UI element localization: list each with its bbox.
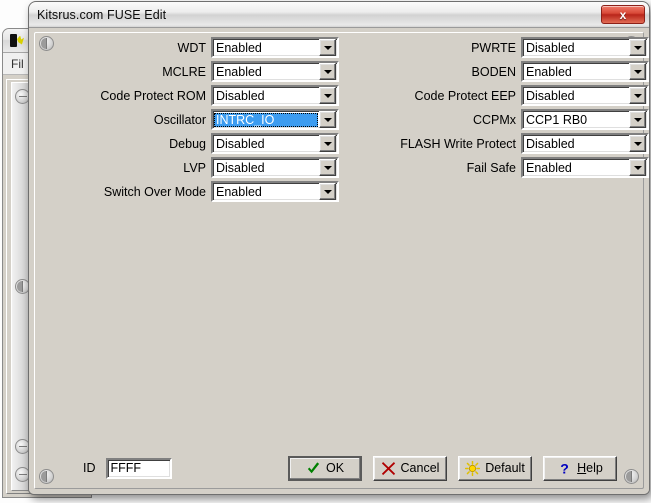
field-label-lvp: LVP	[41, 161, 211, 175]
id-input[interactable]	[106, 458, 172, 479]
check-icon	[306, 461, 321, 476]
fuse-edit-dialog: Kitsrus.com FUSE Edit x WDT Enabled	[28, 1, 650, 495]
field-label-boden: BODEN	[357, 65, 521, 79]
combo-value-pwrte: Disabled	[523, 41, 629, 55]
screen: Fil Kitsrus.com FUSE Edit x	[0, 0, 651, 503]
id-label: ID	[83, 461, 96, 475]
field-label-switch-over-mode: Switch Over Mode	[41, 185, 211, 199]
chevron-down-icon[interactable]	[629, 39, 646, 56]
field-row-wdt: WDT Enabled	[29, 36, 339, 59]
field-row-code-protect-eep: Code Protect EEP Disabled	[339, 84, 649, 107]
field-row-pwrte: PWRTE Disabled	[339, 36, 649, 59]
help-button-rest: elp	[586, 461, 603, 475]
combo-flash-write-protect[interactable]: Disabled	[521, 133, 649, 154]
field-row-boden: BODEN Enabled	[339, 60, 649, 83]
combo-value-code-protect-rom: Disabled	[213, 89, 319, 103]
window-title: Kitsrus.com FUSE Edit	[29, 8, 166, 22]
dialog-bottom-bar: ID OK Cancel	[39, 454, 639, 482]
chevron-down-icon[interactable]	[629, 159, 646, 176]
combo-ccpmx[interactable]: CCP1 RB0	[521, 109, 649, 130]
dialog-titlebar[interactable]: Kitsrus.com FUSE Edit x	[29, 2, 649, 28]
field-label-flash-write-protect: FLASH Write Protect	[357, 137, 521, 151]
help-button-label: Help	[577, 461, 603, 475]
chevron-down-icon[interactable]	[629, 135, 646, 152]
cancel-button-label: Cancel	[401, 461, 440, 475]
field-row-flash-write-protect: FLASH Write Protect Disabled	[339, 132, 649, 155]
chevron-down-icon[interactable]	[319, 159, 336, 176]
field-row-mclre: MCLRE Enabled	[29, 60, 339, 83]
field-label-mclre: MCLRE	[41, 65, 211, 79]
combo-fail-safe[interactable]: Enabled	[521, 157, 649, 178]
field-label-fail-safe: Fail Safe	[357, 161, 521, 175]
combo-value-mclre: Enabled	[213, 65, 319, 79]
chip-icon	[9, 33, 25, 49]
chevron-down-icon[interactable]	[319, 87, 336, 104]
field-row-ccpmx: CCPMx CCP1 RB0	[339, 108, 649, 131]
combo-value-fail-safe: Enabled	[523, 161, 629, 175]
default-button[interactable]: Default	[458, 456, 532, 481]
combo-oscillator[interactable]: INTRC_IO	[211, 109, 339, 130]
combo-value-boden: Enabled	[523, 65, 629, 79]
combo-switch-over-mode[interactable]: Enabled	[211, 181, 339, 202]
chevron-down-icon[interactable]	[629, 111, 646, 128]
close-icon: x	[620, 8, 627, 22]
combo-value-lvp: Disabled	[213, 161, 319, 175]
combo-lvp[interactable]: Disabled	[211, 157, 339, 178]
close-button[interactable]: x	[601, 5, 645, 24]
field-label-ccpmx: CCPMx	[357, 113, 521, 127]
combo-debug[interactable]: Disabled	[211, 133, 339, 154]
cancel-button[interactable]: Cancel	[373, 456, 447, 481]
ok-button-label: OK	[326, 461, 344, 475]
chevron-down-icon[interactable]	[319, 63, 336, 80]
question-icon: ?	[557, 461, 572, 476]
field-label-code-protect-eep: Code Protect EEP	[357, 89, 521, 103]
combo-code-protect-eep[interactable]: Disabled	[521, 85, 649, 106]
field-label-oscillator: Oscillator	[41, 113, 211, 127]
chevron-down-icon[interactable]	[629, 87, 646, 104]
chevron-down-icon[interactable]	[629, 63, 646, 80]
menu-item-file[interactable]: Fil	[11, 57, 24, 71]
ok-button[interactable]: OK	[288, 456, 362, 481]
chevron-down-icon[interactable]	[319, 183, 336, 200]
cross-icon	[381, 461, 396, 476]
combo-value-wdt: Enabled	[213, 41, 319, 55]
combo-mclre[interactable]: Enabled	[211, 61, 339, 82]
field-label-code-protect-rom: Code Protect ROM	[41, 89, 211, 103]
combo-value-switch-over-mode: Enabled	[213, 185, 319, 199]
field-label-wdt: WDT	[41, 41, 211, 55]
chevron-down-icon[interactable]	[319, 111, 336, 128]
fuse-fields: WDT Enabled MCLRE Enabled	[29, 36, 649, 204]
combo-value-ccpmx: CCP1 RB0	[523, 113, 629, 127]
dialog-button-group: OK Cancel	[288, 456, 617, 481]
field-row-code-protect-rom: Code Protect ROM Disabled	[29, 84, 339, 107]
combo-value-oscillator: INTRC_IO	[214, 113, 318, 127]
field-row-fail-safe: Fail Safe Enabled	[339, 156, 649, 179]
svg-text:?: ?	[560, 461, 569, 476]
fuse-fields-left-column: WDT Enabled MCLRE Enabled	[29, 36, 339, 204]
field-label-pwrte: PWRTE	[357, 41, 521, 55]
combo-value-debug: Disabled	[213, 137, 319, 151]
combo-pwrte[interactable]: Disabled	[521, 37, 649, 58]
chevron-down-icon[interactable]	[319, 135, 336, 152]
help-button[interactable]: ? Help	[543, 456, 617, 481]
combo-boden[interactable]: Enabled	[521, 61, 649, 82]
field-label-debug: Debug	[41, 137, 211, 151]
fuse-fields-right-column: PWRTE Disabled BODEN Enabled	[339, 36, 649, 204]
combo-wdt[interactable]: Enabled	[211, 37, 339, 58]
dialog-body: WDT Enabled MCLRE Enabled	[29, 28, 649, 494]
combo-value-code-protect-eep: Disabled	[523, 89, 629, 103]
field-row-lvp: LVP Disabled	[29, 156, 339, 179]
chevron-down-icon[interactable]	[319, 39, 336, 56]
field-row-oscillator: Oscillator INTRC_IO	[29, 108, 339, 131]
combo-code-protect-rom[interactable]: Disabled	[211, 85, 339, 106]
field-row-switch-over-mode: Switch Over Mode Enabled	[29, 180, 339, 203]
sun-icon	[465, 461, 480, 476]
field-row-debug: Debug Disabled	[29, 132, 339, 155]
default-button-label: Default	[485, 461, 525, 475]
help-button-mnemonic: H	[577, 461, 586, 475]
combo-value-flash-write-protect: Disabled	[523, 137, 629, 151]
